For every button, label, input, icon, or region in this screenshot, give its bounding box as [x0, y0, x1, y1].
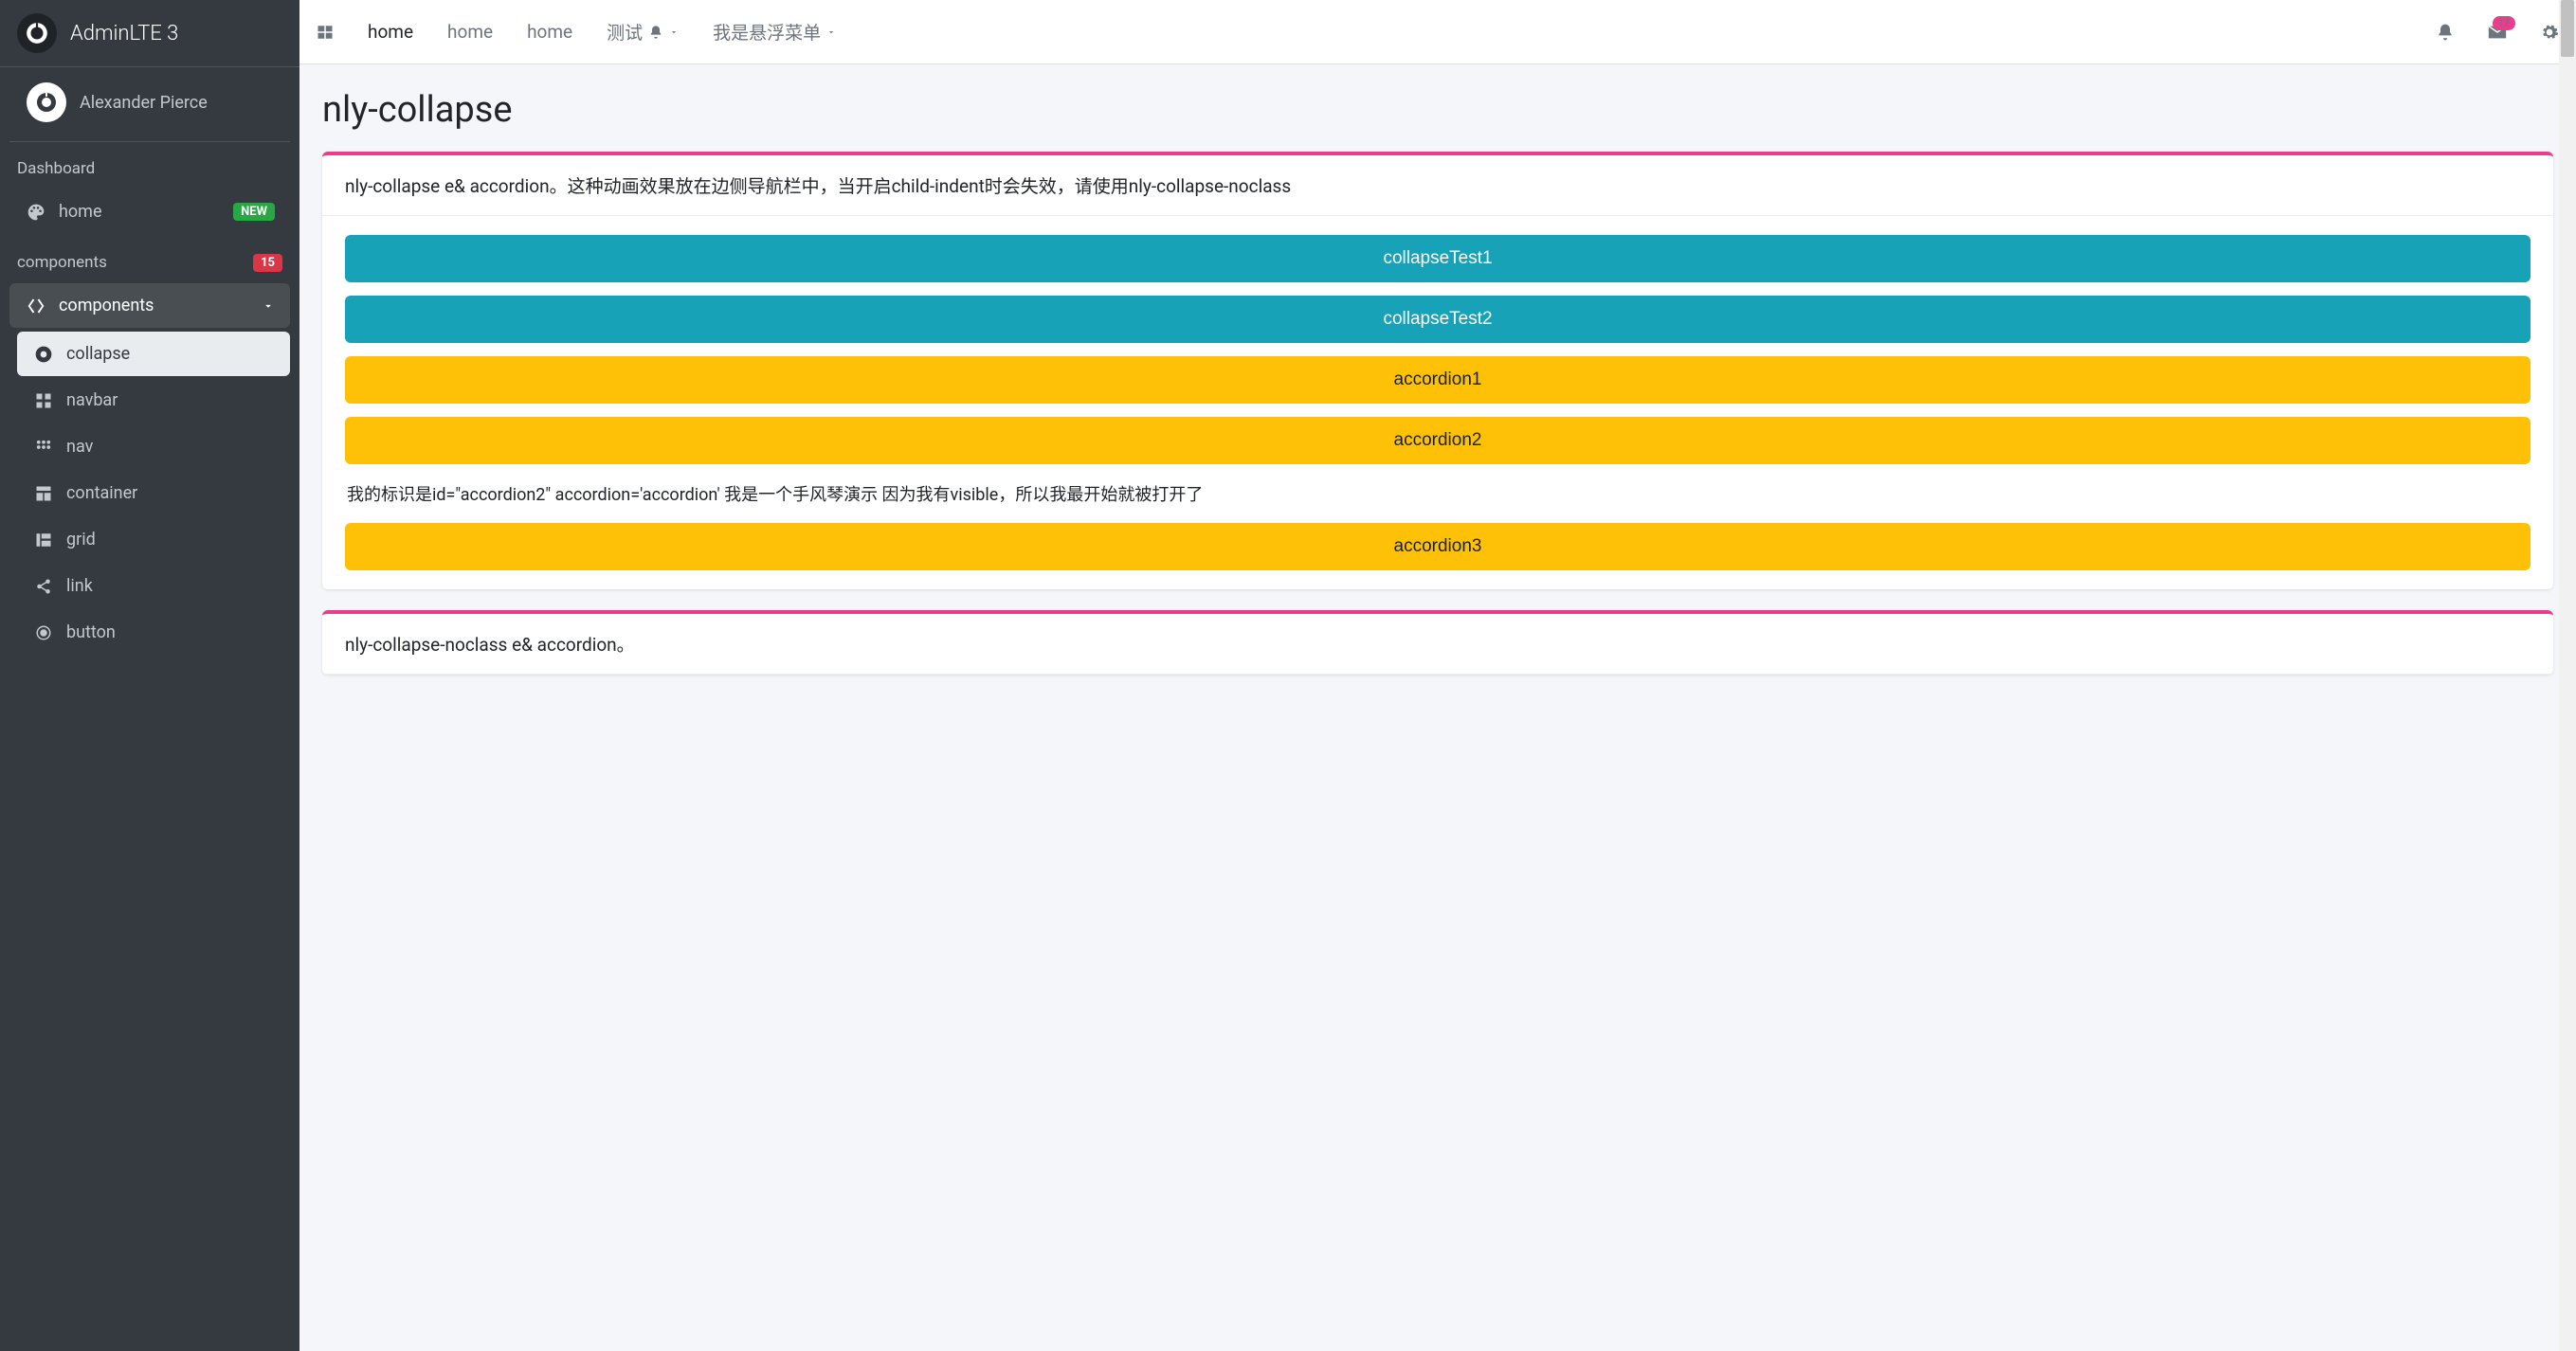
scrollbar[interactable] [2559, 0, 2576, 1351]
dots-icon [32, 439, 55, 456]
topnav-label: home [447, 21, 493, 43]
nav-header-label: Dashboard [17, 159, 95, 178]
sidebar-item-label: components [59, 296, 154, 315]
topnav-label: home [368, 21, 413, 43]
avatar-icon [27, 82, 66, 122]
brand-logo-icon [17, 13, 57, 53]
notifications-button[interactable] [2436, 23, 2455, 42]
topnav-item-home-3[interactable]: home [527, 21, 572, 43]
card-collapse-noclass-demo: nly-collapse-noclass e& accordion。 [322, 610, 2553, 675]
share-icon [32, 578, 55, 595]
accordion-2-body: 我的标识是id="accordion2" accordion='accordio… [345, 477, 2531, 523]
sidebar-item-label: button [66, 622, 116, 642]
sidebar-item-label: collapse [66, 344, 130, 364]
nav-header-dashboard: Dashboard [0, 142, 299, 188]
page-title: nly-collapse [322, 89, 2553, 131]
topnav-item-test[interactable]: 测试 [607, 19, 679, 45]
sidebar-item-navbar[interactable]: navbar [17, 378, 290, 423]
collapse-test-1-button[interactable]: collapseTest1 [345, 235, 2531, 282]
scrollbar-thumb[interactable] [2561, 0, 2574, 57]
sidebar-item-label: link [66, 576, 93, 596]
sidebar-item-nav[interactable]: nav [17, 424, 290, 469]
accordion-2-button[interactable]: accordion2 [345, 417, 2531, 464]
code-icon [25, 297, 47, 315]
settings-button[interactable] [2540, 23, 2559, 42]
caret-down-icon [826, 27, 836, 37]
sidebar-submenu: collapse navbar nav container [0, 330, 299, 657]
accordion-1-button[interactable]: accordion1 [345, 356, 2531, 404]
topnav-label: 我是悬浮菜单 [713, 19, 821, 45]
card-header: nly-collapse-noclass e& accordion。 [322, 614, 2553, 675]
components-count-badge: 15 [253, 254, 282, 272]
grid-icon [32, 392, 55, 409]
topnav-label: home [527, 21, 572, 43]
sidebar-item-grid[interactable]: grid [17, 517, 290, 562]
windows-icon[interactable] [317, 24, 334, 41]
brand-title: AdminLTE 3 [70, 22, 178, 45]
sidebar-item-button[interactable]: button [17, 610, 290, 655]
target-icon [32, 624, 55, 641]
sidebar-item-collapse[interactable]: collapse [17, 332, 290, 376]
topnav-item-home-1[interactable]: home [368, 21, 413, 43]
messages-button[interactable]: 12 [2487, 22, 2508, 43]
collapse-test-2-button[interactable]: collapseTest2 [345, 296, 2531, 343]
sidebar-item-link[interactable]: link [17, 564, 290, 608]
topnav-item-home-2[interactable]: home [447, 21, 493, 43]
sidebar-item-container[interactable]: container [17, 471, 290, 515]
chrome-icon [32, 345, 55, 364]
bell-icon [2436, 23, 2455, 42]
nav-header-components: components 15 [0, 236, 299, 281]
sidebar-item-components[interactable]: components [9, 283, 290, 328]
card-collapse-demo: nly-collapse e& accordion。这种动画效果放在边侧导航栏中… [322, 152, 2553, 589]
palette-icon [25, 203, 47, 222]
chevron-down-icon [262, 299, 275, 313]
sidebar-item-label: container [66, 483, 137, 503]
topnav-label: 测试 [607, 19, 643, 45]
topnav-item-hover-menu[interactable]: 我是悬浮菜单 [713, 19, 836, 45]
accordion-3-button[interactable]: accordion3 [345, 523, 2531, 570]
brand[interactable]: AdminLTE 3 [0, 0, 299, 67]
user-panel[interactable]: Alexander Pierce [9, 67, 290, 142]
caret-down-icon [669, 27, 679, 37]
columns-icon [32, 531, 55, 549]
sidebar-item-label: home [59, 202, 102, 222]
nav-header-label: components [17, 253, 107, 272]
user-name: Alexander Pierce [80, 93, 208, 113]
sidebar-item-label: navbar [66, 390, 118, 410]
sidebar: AdminLTE 3 Alexander Pierce Dashboard ho… [0, 0, 299, 1351]
bell-icon [648, 25, 663, 40]
sidebar-item-label: grid [66, 530, 96, 549]
layout-icon [32, 485, 55, 502]
new-badge: NEW [233, 203, 275, 221]
mail-badge: 12 [2493, 16, 2515, 30]
sidebar-item-label: nav [66, 437, 93, 457]
gear-icon [2540, 23, 2559, 42]
card-header: nly-collapse e& accordion。这种动画效果放在边侧导航栏中… [322, 155, 2553, 216]
topnav: home home home 测试 我是悬浮菜单 [299, 0, 2576, 64]
sidebar-item-home[interactable]: home NEW [9, 189, 290, 234]
